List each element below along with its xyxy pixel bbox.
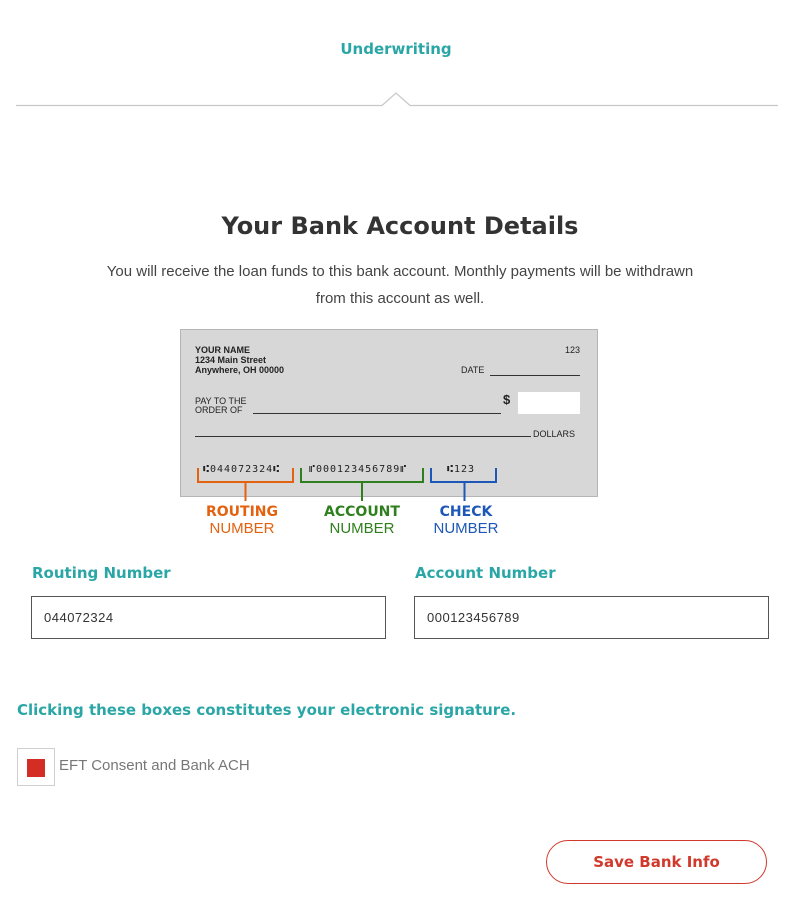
payee-line (253, 413, 501, 414)
routing-number-input[interactable] (31, 596, 386, 639)
save-bank-info-button[interactable]: Save Bank Info (546, 840, 767, 884)
check-street: 1234 Main Street (195, 355, 267, 365)
check-dollars-label: DOLLARS (533, 429, 576, 439)
amount-words-line (195, 436, 531, 437)
step-indicator-line (16, 92, 778, 107)
check-date-label: DATE (461, 365, 485, 375)
account-number-caption: ACCOUNT NUMBER (324, 504, 400, 537)
signature-note: Clicking these boxes constitutes your el… (17, 701, 517, 719)
page-subtitle: You will receive the loan funds to this … (106, 263, 694, 307)
date-line (490, 375, 580, 376)
checkbox-checked-indicator (27, 759, 45, 777)
page-title: Your Bank Account Details (221, 212, 579, 240)
check-amount-box (518, 392, 580, 414)
check-dollar-sign: $ (503, 392, 511, 407)
routing-number-label: Routing Number (32, 564, 171, 582)
routing-number-caption: ROUTING NUMBER (205, 504, 279, 537)
check-city: Anywhere, OH 00000 (195, 365, 285, 375)
check-name: YOUR NAME (195, 345, 251, 355)
account-bracket (300, 468, 424, 483)
step-label: Underwriting (340, 40, 452, 58)
routing-bracket (197, 468, 294, 483)
check-brackets (197, 468, 497, 501)
check-number-top: 123 (565, 345, 581, 355)
check-pay-to-2: ORDER OF (195, 405, 243, 415)
account-number-input[interactable] (414, 596, 769, 639)
account-number-label: Account Number (415, 564, 556, 582)
eft-consent-checkbox[interactable] (17, 748, 55, 786)
check-bracket (430, 468, 497, 483)
eft-consent-label: EFT Consent and Bank ACH (59, 757, 250, 774)
check-number-caption: CHECK NUMBER (433, 504, 499, 537)
